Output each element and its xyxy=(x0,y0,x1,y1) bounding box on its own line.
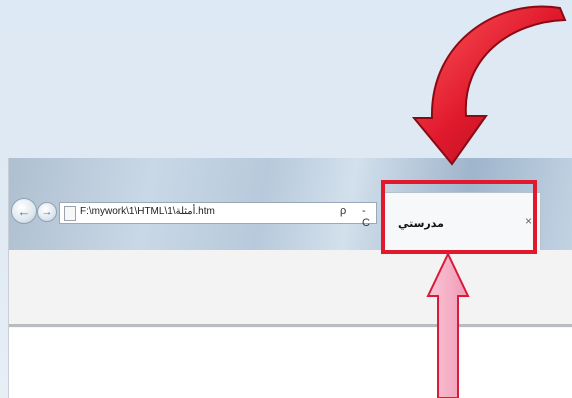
address-bar[interactable]: F:\mywork\1\HTML\1\أمثلة.htm ρ - C xyxy=(59,202,377,229)
browser-toolbar-strip xyxy=(9,250,572,327)
page-content-area xyxy=(9,328,572,398)
forward-arrow-icon: → xyxy=(41,205,53,218)
page-icon xyxy=(64,206,76,221)
refresh-icon[interactable]: - C xyxy=(362,205,376,229)
search-icon[interactable]: ρ xyxy=(340,205,346,217)
tab-highlight-box xyxy=(381,180,537,254)
back-arrow-icon: ← xyxy=(17,203,31,219)
address-url: F:\mywork\1\HTML\1\أمثلة.htm xyxy=(80,206,215,217)
back-button[interactable]: ← xyxy=(11,198,37,224)
forward-button[interactable]: → xyxy=(37,202,57,222)
